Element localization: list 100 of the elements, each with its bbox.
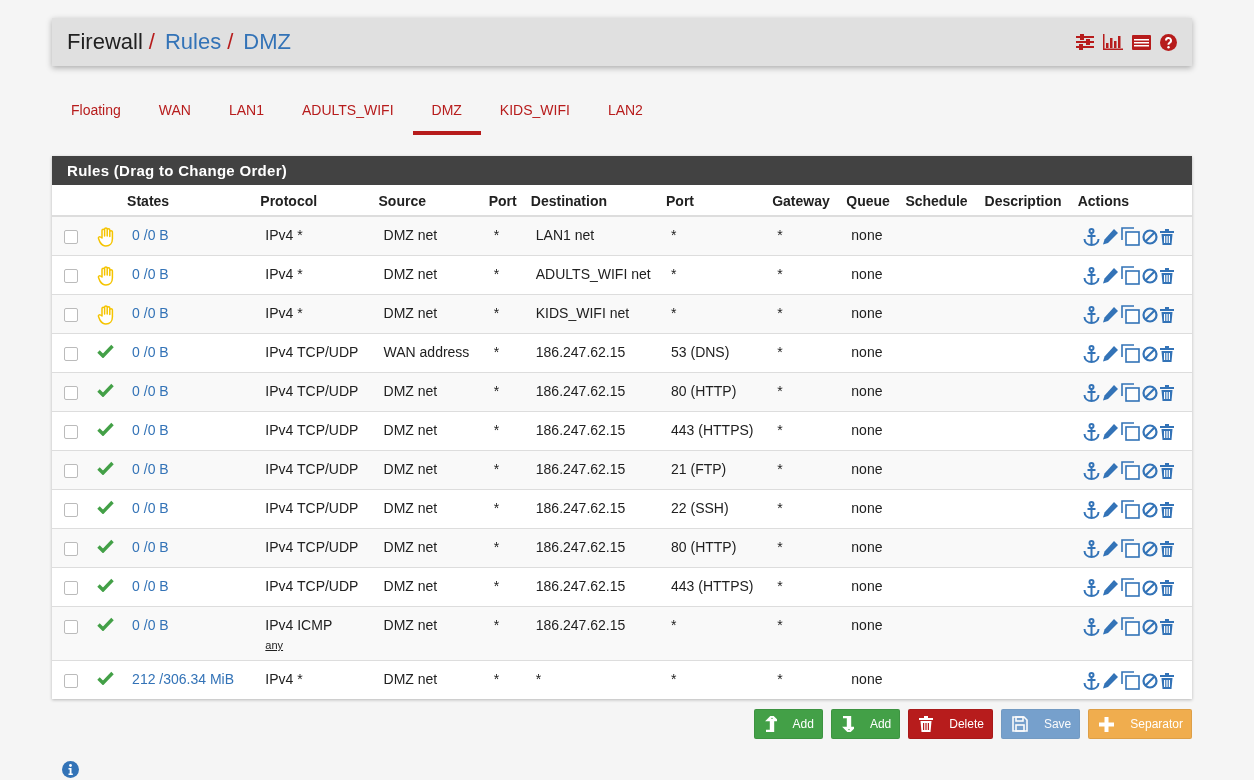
copy-icon[interactable] — [1120, 266, 1140, 285]
trash-icon[interactable] — [1159, 540, 1174, 557]
anchor-icon[interactable] — [1082, 617, 1100, 636]
anchor-icon[interactable] — [1082, 500, 1100, 519]
bar-chart-icon[interactable] — [1103, 34, 1123, 50]
row-checkbox[interactable] — [64, 620, 78, 634]
states-link[interactable]: 0 /0 B — [132, 227, 169, 243]
row-checkbox[interactable] — [64, 581, 78, 595]
disable-icon[interactable] — [1141, 345, 1158, 362]
disable-icon[interactable] — [1141, 462, 1158, 479]
anchor-icon[interactable] — [1082, 383, 1100, 402]
trash-icon[interactable] — [1159, 306, 1174, 323]
anchor-icon[interactable] — [1082, 539, 1100, 558]
row-checkbox[interactable] — [64, 230, 78, 244]
pencil-icon[interactable] — [1101, 618, 1119, 635]
pencil-icon[interactable] — [1101, 540, 1119, 557]
anchor-icon[interactable] — [1082, 671, 1100, 690]
copy-icon[interactable] — [1120, 227, 1140, 246]
trash-icon[interactable] — [1159, 618, 1174, 635]
copy-icon[interactable] — [1120, 671, 1140, 690]
tab[interactable]: DMZ — [412, 92, 481, 135]
tab[interactable]: WAN — [139, 92, 210, 135]
tab[interactable]: KIDS_WIFI — [480, 92, 589, 135]
anchor-icon[interactable] — [1082, 305, 1100, 324]
anchor-icon[interactable] — [1082, 344, 1100, 363]
tab[interactable]: ADULTS_WIFI — [283, 92, 413, 135]
anchor-icon[interactable] — [1082, 422, 1100, 441]
trash-icon[interactable] — [1159, 384, 1174, 401]
tab[interactable]: LAN2 — [588, 92, 662, 135]
states-link[interactable]: 0 /0 B — [132, 617, 169, 633]
add-bottom-button[interactable]: Add — [830, 709, 901, 739]
breadcrumb-link[interactable]: DMZ — [243, 29, 291, 55]
breadcrumb-link[interactable]: Rules — [164, 29, 222, 55]
states-link[interactable]: 0 /0 B — [132, 461, 169, 477]
delete-button[interactable]: Delete — [908, 709, 993, 739]
states-link[interactable]: 212 /306.34 MiB — [132, 671, 235, 687]
pencil-icon[interactable] — [1101, 228, 1119, 245]
table-icon[interactable] — [1132, 34, 1151, 50]
disable-icon[interactable] — [1141, 267, 1158, 284]
copy-icon[interactable] — [1120, 539, 1140, 558]
sliders-icon[interactable] — [1076, 34, 1094, 50]
row-checkbox[interactable] — [64, 674, 78, 688]
anchor-icon[interactable] — [1082, 266, 1100, 285]
copy-icon[interactable] — [1120, 344, 1140, 363]
disable-icon[interactable] — [1141, 228, 1158, 245]
row-checkbox[interactable] — [64, 386, 78, 400]
pencil-icon[interactable] — [1101, 267, 1119, 284]
copy-icon[interactable] — [1120, 383, 1140, 402]
pencil-icon[interactable] — [1101, 384, 1119, 401]
pencil-icon[interactable] — [1101, 462, 1119, 479]
info-icon[interactable] — [62, 761, 79, 778]
disable-icon[interactable] — [1141, 540, 1158, 557]
help-icon[interactable] — [1160, 33, 1177, 51]
tab[interactable]: Floating — [52, 92, 140, 135]
states-link[interactable]: 0 /0 B — [132, 266, 169, 282]
disable-icon[interactable] — [1141, 423, 1158, 440]
disable-icon[interactable] — [1141, 384, 1158, 401]
row-checkbox[interactable] — [64, 308, 78, 322]
row-checkbox[interactable] — [64, 503, 78, 517]
add-top-button[interactable]: Add — [753, 709, 823, 739]
pencil-icon[interactable] — [1101, 501, 1119, 518]
trash-icon[interactable] — [1159, 228, 1174, 245]
trash-icon[interactable] — [1159, 462, 1174, 479]
row-checkbox[interactable] — [64, 542, 78, 556]
states-link[interactable]: 0 /0 B — [132, 500, 169, 516]
pencil-icon[interactable] — [1101, 423, 1119, 440]
tab[interactable]: LAN1 — [209, 92, 283, 135]
states-link[interactable]: 0 /0 B — [132, 422, 169, 438]
trash-icon[interactable] — [1159, 501, 1174, 518]
pencil-icon[interactable] — [1101, 306, 1119, 323]
protocol-detail-link[interactable]: any — [265, 639, 284, 651]
states-link[interactable]: 0 /0 B — [132, 344, 169, 360]
copy-icon[interactable] — [1120, 617, 1140, 636]
anchor-icon[interactable] — [1082, 227, 1100, 246]
row-checkbox[interactable] — [64, 464, 78, 478]
copy-icon[interactable] — [1120, 461, 1140, 480]
states-link[interactable]: 0 /0 B — [132, 305, 169, 321]
copy-icon[interactable] — [1120, 305, 1140, 324]
trash-icon[interactable] — [1159, 267, 1174, 284]
states-link[interactable]: 0 /0 B — [132, 578, 169, 594]
trash-icon[interactable] — [1159, 579, 1174, 596]
trash-icon[interactable] — [1159, 345, 1174, 362]
disable-icon[interactable] — [1141, 306, 1158, 323]
anchor-icon[interactable] — [1082, 578, 1100, 597]
disable-icon[interactable] — [1141, 672, 1158, 689]
pencil-icon[interactable] — [1101, 672, 1119, 689]
copy-icon[interactable] — [1120, 500, 1140, 519]
states-link[interactable]: 0 /0 B — [132, 539, 169, 555]
states-link[interactable]: 0 /0 B — [132, 383, 169, 399]
row-checkbox[interactable] — [64, 347, 78, 361]
anchor-icon[interactable] — [1082, 461, 1100, 480]
disable-icon[interactable] — [1141, 579, 1158, 596]
copy-icon[interactable] — [1120, 422, 1140, 441]
disable-icon[interactable] — [1141, 618, 1158, 635]
copy-icon[interactable] — [1120, 578, 1140, 597]
pencil-icon[interactable] — [1101, 345, 1119, 362]
trash-icon[interactable] — [1159, 672, 1174, 689]
row-checkbox[interactable] — [64, 269, 78, 283]
trash-icon[interactable] — [1159, 423, 1174, 440]
disable-icon[interactable] — [1141, 501, 1158, 518]
